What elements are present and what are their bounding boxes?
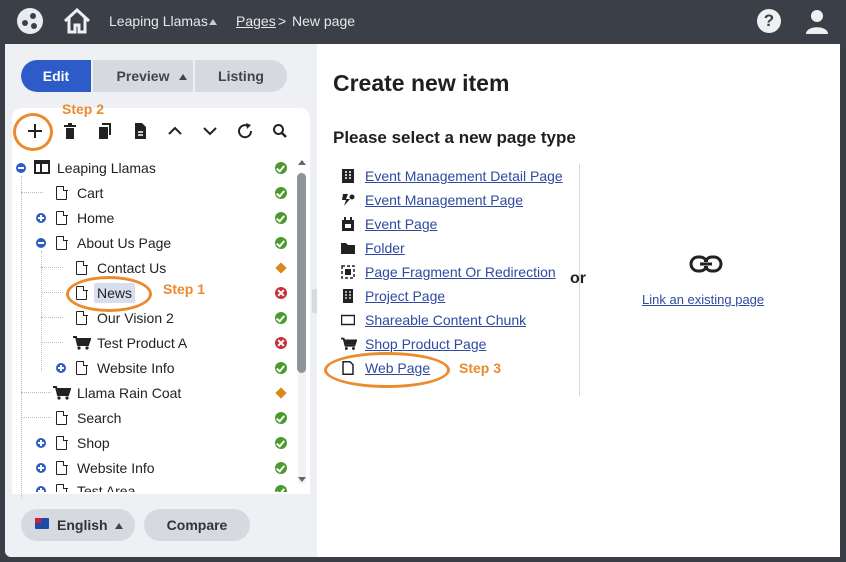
language-selector[interactable]: English: [21, 509, 135, 541]
create-item-panel: Create new item Please select a new page…: [317, 44, 840, 557]
link-existing-page-link[interactable]: Link an existing page: [642, 292, 764, 307]
status-published-icon: [275, 412, 287, 424]
event-manage-icon: [342, 194, 355, 206]
tree-item-cart[interactable]: Cart: [77, 182, 103, 204]
folder-icon: [341, 243, 355, 254]
page-icon: [76, 360, 88, 375]
step-1-circle: [66, 276, 152, 312]
page-icon: [56, 210, 68, 225]
status-published-icon: [275, 212, 287, 224]
grid-icon: [342, 169, 354, 183]
page-type-link[interactable]: Project Page: [365, 288, 445, 304]
step-2-label: Step 2: [62, 101, 105, 117]
status-published-icon: [275, 187, 287, 199]
tree-item-shop[interactable]: Shop: [77, 432, 110, 454]
expand-icon[interactable]: [56, 363, 66, 373]
status-unpublished-icon: [275, 287, 287, 299]
page-icon: [76, 260, 88, 275]
breadcrumb-current: New page: [292, 13, 356, 29]
page-type-link[interactable]: Event Management Detail Page: [365, 168, 563, 184]
tree-item-home[interactable]: Home: [77, 207, 114, 229]
scroll-down-icon[interactable]: [298, 477, 306, 482]
expand-icon[interactable]: [36, 438, 46, 448]
site-selector[interactable]: Leaping Llamas: [109, 13, 208, 29]
tree-overflow-clip: Test Area: [5, 480, 295, 492]
language-dropdown-icon: [115, 523, 123, 529]
page-type-link[interactable]: Page Fragment Or Redirection: [365, 264, 556, 280]
status-published-icon: [275, 312, 287, 324]
status-modified-icon: [275, 387, 287, 399]
page-icon: [56, 235, 68, 250]
page-type-link[interactable]: Folder: [365, 240, 405, 256]
page-type-link[interactable]: Shop Product Page: [365, 336, 486, 352]
site-root-icon: [34, 160, 50, 174]
expand-icon[interactable]: [36, 213, 46, 223]
compare-button[interactable]: Compare: [144, 509, 250, 541]
section-title: Please select a new page type: [333, 128, 576, 147]
app-logo-icon[interactable]: [17, 8, 43, 34]
page-icon: [56, 185, 68, 200]
page-type-link[interactable]: Event Page: [365, 216, 437, 232]
step-2-circle: [13, 113, 53, 151]
tree-item-search[interactable]: Search: [77, 407, 121, 429]
home-icon[interactable]: [63, 8, 91, 34]
collapse-icon[interactable]: [16, 163, 26, 173]
page-title: Create new item: [333, 70, 510, 96]
flag-icon: [35, 518, 49, 529]
status-published-icon: [275, 237, 287, 249]
tree-item-test-product-a[interactable]: Test Product A: [97, 332, 187, 354]
status-published-icon: [275, 437, 287, 449]
page-icon: [56, 410, 68, 425]
page-type-link[interactable]: Event Management Page: [365, 192, 523, 208]
page-icon: [56, 460, 68, 475]
expand-icon[interactable]: [36, 486, 46, 492]
step-3-circle: [324, 352, 450, 388]
step-3-label: Step 3: [459, 360, 502, 376]
tree-item-website-info[interactable]: Website Info: [97, 357, 175, 379]
fragment-icon: [341, 265, 355, 279]
scroll-up-icon[interactable]: [298, 160, 306, 165]
or-label: or: [570, 270, 586, 287]
page-icon: [56, 483, 68, 492]
page-tree: Leaping Llamas Cart Home About Us Page C…: [5, 44, 317, 557]
site-dropdown-icon[interactable]: [209, 19, 217, 25]
user-icon[interactable]: [804, 8, 830, 34]
calendar-icon: [342, 217, 354, 231]
status-modified-icon: [275, 262, 287, 274]
page-type-link[interactable]: Shareable Content Chunk: [365, 312, 526, 328]
building-icon: [343, 289, 353, 303]
help-icon[interactable]: ?: [757, 9, 781, 33]
status-published-icon: [275, 485, 287, 492]
page-icon: [76, 310, 88, 325]
expand-icon[interactable]: [36, 463, 46, 473]
breadcrumb-pages-link[interactable]: Pages: [236, 13, 276, 29]
tree-item-test-area[interactable]: Test Area: [77, 480, 135, 492]
collapse-icon[interactable]: [36, 238, 46, 248]
tree-scrollbar-thumb[interactable]: [297, 173, 306, 373]
left-panel: Edit Preview Listing Leaping Llamas Cart: [5, 44, 320, 557]
chunk-icon: [341, 314, 355, 326]
page-icon: [56, 435, 68, 450]
tree-item-llama-rain-coat[interactable]: Llama Rain Coat: [77, 382, 181, 404]
status-unpublished-icon: [275, 337, 287, 349]
tree-item-about-us[interactable]: About Us Page: [77, 232, 171, 254]
language-label: English: [57, 517, 108, 533]
top-bar: Leaping Llamas Pages > New page ?: [0, 0, 846, 44]
status-published-icon: [275, 462, 287, 474]
cart-icon: [341, 337, 357, 350]
link-icon: [689, 255, 723, 273]
product-cart-icon: [53, 386, 71, 400]
tree-item-website-info-root[interactable]: Website Info: [77, 457, 155, 479]
status-published-icon: [275, 162, 287, 174]
status-published-icon: [275, 362, 287, 374]
tree-item-leaping-llamas[interactable]: Leaping Llamas: [57, 157, 156, 179]
product-cart-icon: [73, 336, 91, 350]
step-1-label: Step 1: [163, 281, 206, 297]
breadcrumb-separator: >: [278, 13, 287, 29]
